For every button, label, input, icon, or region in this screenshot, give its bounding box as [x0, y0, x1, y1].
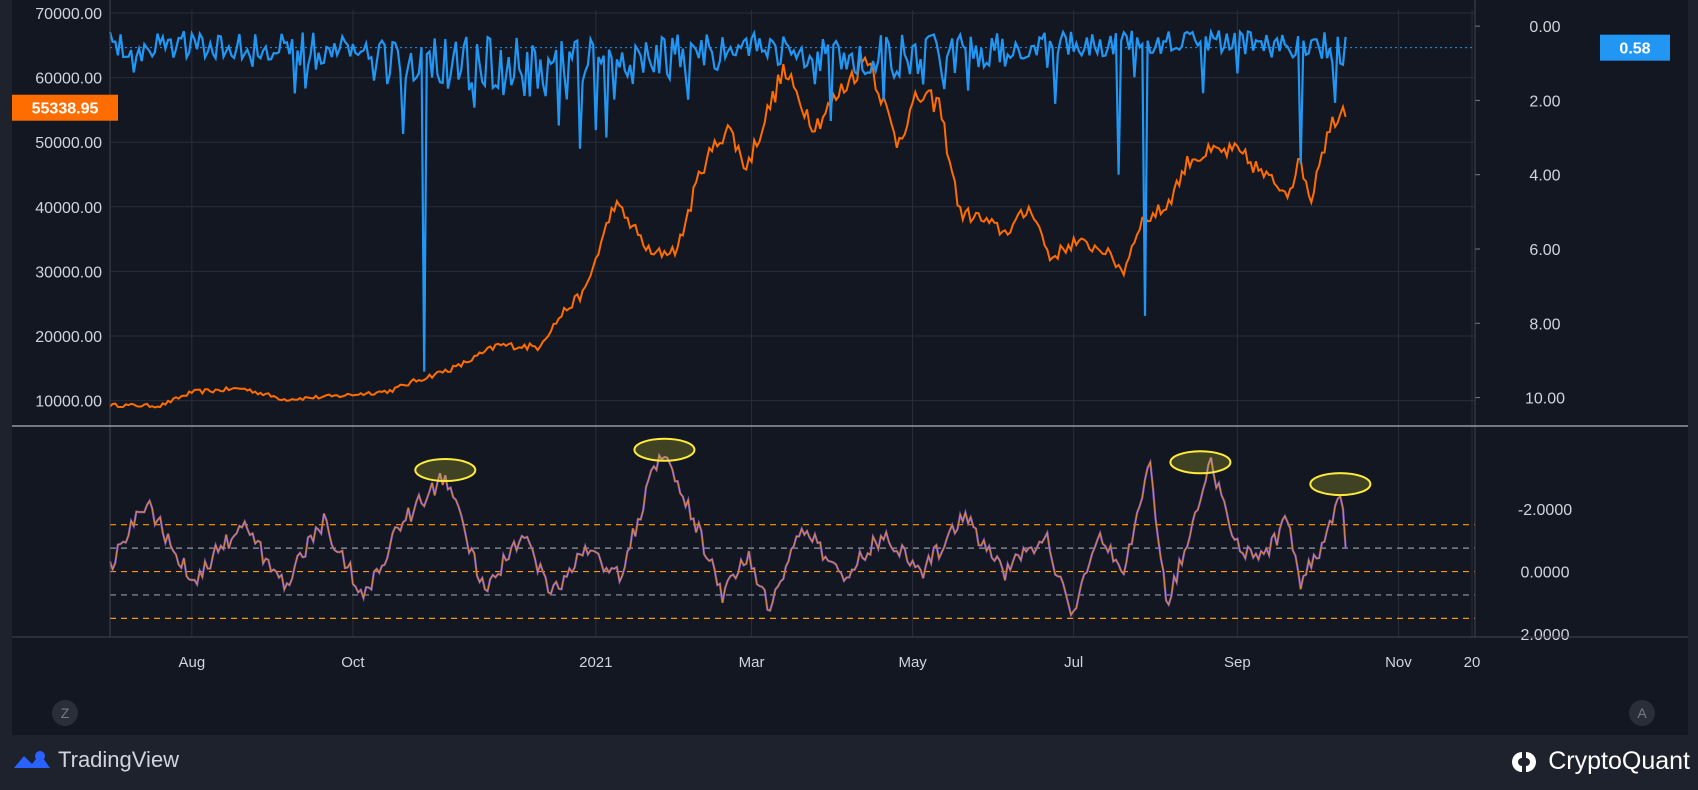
footer: TradingView CryptoQuant — [0, 735, 1698, 790]
left-tick-label: 50000.00 — [35, 135, 102, 152]
cryptoquant-label: CryptoQuant — [1548, 747, 1690, 775]
highlight-ellipse — [414, 458, 477, 483]
price-last-value-badge: 55338.95 — [32, 101, 99, 118]
osc-tick-label: 2.0000 — [1521, 627, 1570, 644]
x-tick-label: Aug — [178, 654, 205, 671]
left-tick-label: 70000.00 — [35, 6, 102, 23]
x-tick-label: Mar — [739, 654, 765, 671]
left-tick-label: 20000.00 — [35, 329, 102, 346]
right-tick-label: 4.00 — [1529, 168, 1560, 185]
x-tick-label: 20 — [1464, 654, 1481, 671]
right-tick-label: 6.00 — [1529, 242, 1560, 259]
a-button[interactable]: A — [1629, 700, 1655, 726]
x-tick-label: Jul — [1064, 654, 1083, 671]
osc-tick-label: 0.0000 — [1521, 565, 1570, 582]
x-tick-label: Oct — [341, 654, 365, 671]
left-tick-label: 30000.00 — [35, 264, 102, 281]
x-tick-label: 2021 — [579, 654, 612, 671]
highlight-ellipse — [1309, 472, 1372, 497]
left-tick-label: 40000.00 — [35, 200, 102, 217]
x-tick-label: Sep — [1224, 654, 1251, 671]
right-tick-label: 0.00 — [1529, 19, 1560, 36]
right-tick-label: 2.00 — [1529, 93, 1560, 110]
z-button[interactable]: Z — [52, 700, 78, 726]
right-tick-label: 10.00 — [1525, 391, 1565, 408]
highlight-ellipse — [1169, 450, 1232, 475]
flow-last-value-badge: 0.58 — [1619, 41, 1650, 58]
tradingview-label: TradingView — [58, 747, 180, 772]
cryptoquant-icon — [1512, 751, 1537, 772]
left-tick-label: 10000.00 — [35, 394, 102, 411]
highlight-ellipse — [633, 437, 696, 462]
tradingview-cloud-icon — [14, 751, 50, 768]
cryptoquant-logo[interactable]: CryptoQuant — [1508, 747, 1690, 776]
right-tick-label: 8.00 — [1529, 316, 1560, 333]
osc-tick-label: -2.0000 — [1518, 502, 1572, 519]
left-tick-label: 60000.00 — [35, 71, 102, 88]
tradingview-logo[interactable]: TradingView — [12, 747, 179, 773]
x-tick-label: May — [898, 654, 927, 671]
x-tick-label: Nov — [1385, 654, 1412, 671]
chart-canvas: Aug Oct 2021 Mar May Jul Sep Nov 20 70000.00 60000… — [0, 0, 1698, 735]
